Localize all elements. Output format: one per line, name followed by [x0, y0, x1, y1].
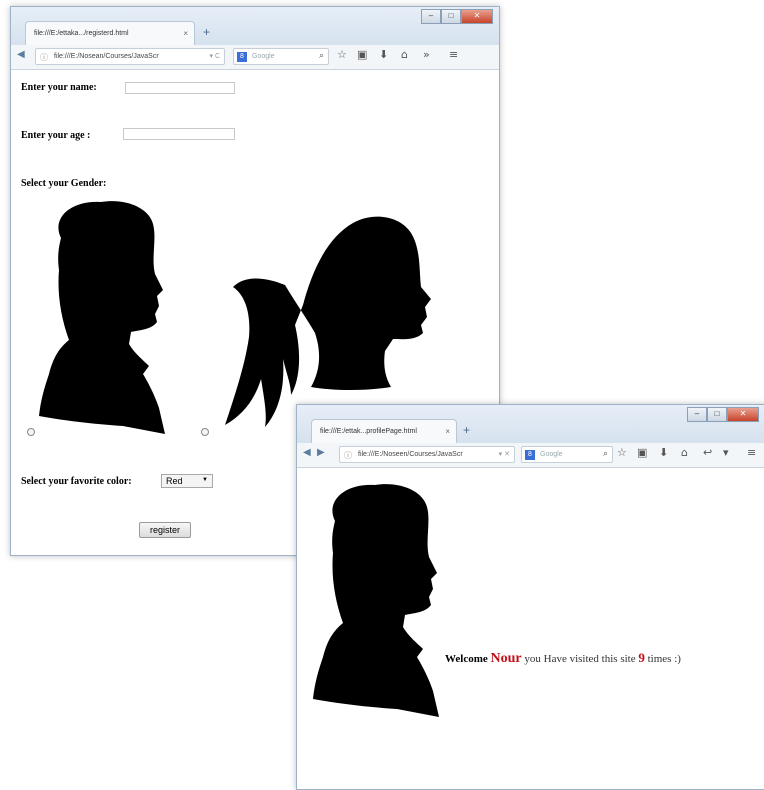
download-icon[interactable]: ⬇: [659, 446, 668, 459]
chevron-down-icon: ▼: [202, 477, 208, 483]
url-bar[interactable]: ⓘ file:///E:/Noseen/Courses/JavaScr ▾ ✕: [339, 446, 515, 463]
home-icon[interactable]: ⌂: [681, 446, 688, 459]
reload-icon[interactable]: ▾ ✕: [499, 450, 510, 458]
chevron-down-icon[interactable]: ▾: [723, 446, 729, 459]
name-label: Enter your name:: [21, 82, 97, 93]
overflow-icon[interactable]: »: [423, 48, 430, 61]
menu-icon[interactable]: ≡: [449, 48, 458, 61]
close-button[interactable]: ✕: [461, 9, 493, 24]
sync-icon[interactable]: ↩: [703, 446, 712, 459]
visit-count: 9: [638, 650, 645, 665]
page-icon: ⓘ: [344, 451, 352, 460]
minimize-button[interactable]: –: [421, 9, 441, 24]
window-controls: – □ ✕: [687, 407, 759, 422]
user-name: Nour: [490, 651, 522, 666]
url-text: file:///E:/Nosean/Courses/JavaScr: [54, 53, 159, 60]
gender-label: Select your Gender:: [21, 178, 107, 189]
age-label: Enter your age :: [21, 130, 91, 141]
gender-female-radio[interactable]: [201, 428, 209, 436]
download-icon[interactable]: ⬇: [379, 48, 388, 61]
welcome-message: Welcome Nour you Have visited this site …: [445, 650, 681, 667]
search-bar[interactable]: 8 Google ⌕: [521, 446, 613, 463]
tab-close-icon[interactable]: ×: [445, 427, 450, 436]
welcome-prefix: Welcome: [445, 653, 488, 665]
search-engine-icon[interactable]: 8: [237, 52, 247, 62]
page-icon: ⓘ: [40, 53, 48, 62]
tab-profile[interactable]: file:///E:/ettak...profilePage.html ×: [311, 419, 457, 443]
register-button[interactable]: register: [139, 522, 191, 538]
tab-close-icon[interactable]: ×: [183, 29, 188, 38]
minimize-button[interactable]: –: [687, 407, 707, 422]
new-tab-button[interactable]: +: [203, 25, 210, 39]
male-silhouette-icon[interactable]: [31, 198, 181, 438]
nav-toolbar: ◀ ⓘ file:///E:/Nosean/Courses/JavaScr ▾ …: [11, 45, 499, 70]
gender-male-radio[interactable]: [27, 428, 35, 436]
clipboard-icon[interactable]: ▣: [637, 446, 647, 459]
search-placeholder: Google: [252, 53, 275, 60]
url-text: file:///E:/Noseen/Courses/JavaScr: [358, 451, 463, 458]
star-icon[interactable]: ☆: [337, 48, 347, 61]
welcome-middle: you Have visited this site: [524, 653, 636, 665]
url-bar[interactable]: ⓘ file:///E:/Nosean/Courses/JavaScr ▾ C: [35, 48, 225, 65]
reload-icon[interactable]: ▾ C: [209, 52, 220, 60]
tab-register[interactable]: file:///E:/ettaka.../registerd.html ×: [25, 21, 195, 45]
color-label: Select your favorite color:: [21, 476, 132, 487]
clipboard-icon[interactable]: ▣: [357, 48, 367, 61]
back-icon[interactable]: ◀: [303, 447, 311, 458]
nav-toolbar: ◀ ▶ ⓘ file:///E:/Noseen/Courses/JavaScr …: [297, 443, 764, 468]
age-input[interactable]: [123, 128, 235, 140]
menu-icon[interactable]: ≡: [747, 446, 756, 459]
color-selected-value: Red: [166, 476, 183, 486]
search-icon[interactable]: ⌕: [603, 448, 608, 459]
title-bar: file:///E:/ettak...profilePage.html × + …: [297, 405, 764, 445]
window-controls: – □ ✕: [421, 9, 493, 24]
close-button[interactable]: ✕: [727, 407, 759, 422]
maximize-button[interactable]: □: [441, 9, 461, 24]
color-select[interactable]: Red ▼: [161, 474, 213, 488]
star-icon[interactable]: ☆: [617, 446, 627, 459]
maximize-button[interactable]: □: [707, 407, 727, 422]
search-bar[interactable]: 8 Google ⌕: [233, 48, 329, 65]
new-tab-button[interactable]: +: [463, 423, 470, 437]
female-silhouette-icon[interactable]: [225, 215, 435, 433]
title-bar: file:///E:/ettaka.../registerd.html × + …: [11, 7, 499, 47]
name-input[interactable]: [125, 82, 235, 94]
page-content: Welcome Nour you Have visited this site …: [297, 468, 764, 789]
search-icon[interactable]: ⌕: [319, 50, 324, 61]
welcome-suffix: times :): [647, 653, 681, 665]
forward-icon[interactable]: ▶: [317, 447, 325, 458]
home-icon[interactable]: ⌂: [401, 48, 408, 61]
tab-title: file:///E:/ettak...profilePage.html: [320, 428, 417, 435]
back-icon[interactable]: ◀: [17, 49, 25, 60]
search-placeholder: Google: [540, 451, 563, 458]
tab-title: file:///E:/ettaka.../registerd.html: [34, 30, 129, 37]
search-engine-icon[interactable]: 8: [525, 450, 535, 460]
male-silhouette-icon: [313, 484, 439, 717]
browser-window-profile: file:///E:/ettak...profilePage.html × + …: [296, 404, 764, 790]
